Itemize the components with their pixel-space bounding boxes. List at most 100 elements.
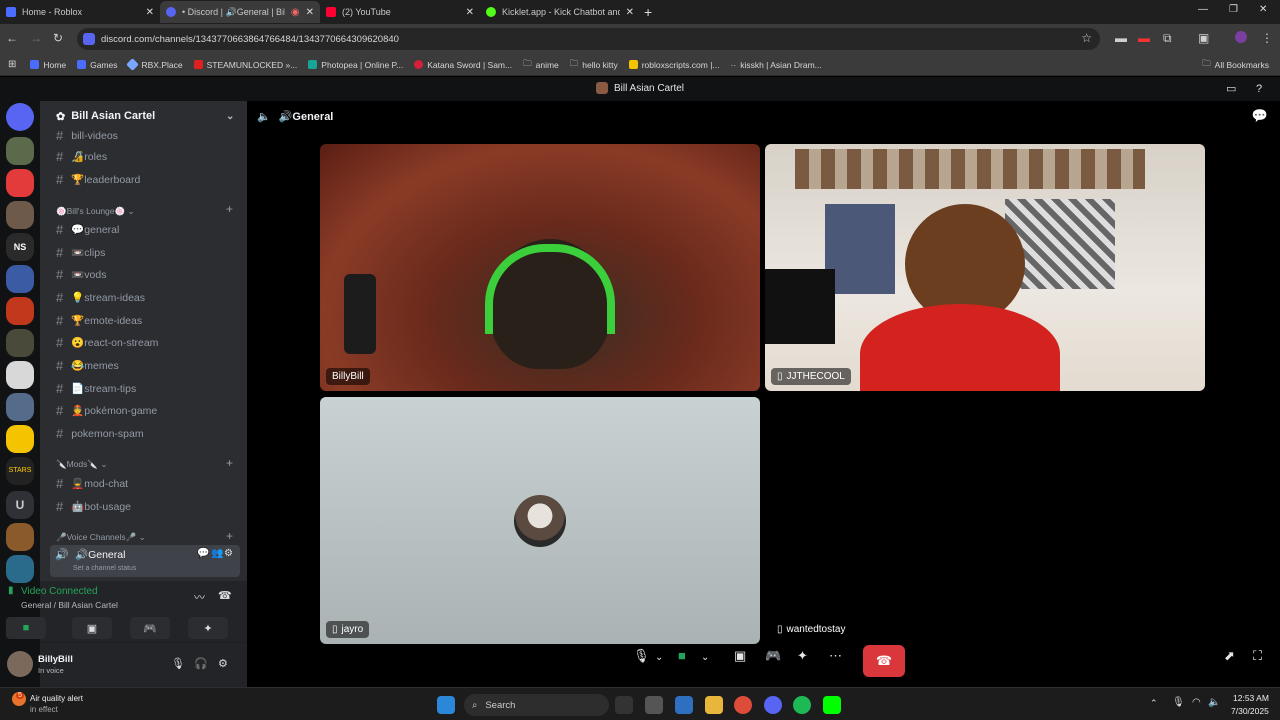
create-channel-icon[interactable]: + <box>226 529 233 543</box>
weather-title[interactable]: Air quality alert <box>30 694 83 703</box>
wifi-icon[interactable]: ◠ <box>1192 697 1201 708</box>
noise-suppression-icon[interactable]: 〰 <box>194 589 205 605</box>
screen-share-button[interactable]: ▣ <box>72 617 112 639</box>
close-tab-icon[interactable]: ✕ <box>466 7 474 18</box>
bookmark-star-icon[interactable]: ☆ <box>1081 31 1092 45</box>
store-icon[interactable] <box>675 696 693 714</box>
server-icon[interactable] <box>6 393 34 421</box>
channel-status-text[interactable]: Set a channel status <box>73 565 136 572</box>
server-icon[interactable] <box>6 523 34 551</box>
tab-kicklet[interactable]: Kicklet.app - Kick Chatbot and ✕ <box>480 1 640 23</box>
channel-stream-tips[interactable]: # 📄stream-tips <box>56 381 136 396</box>
discord-icon[interactable] <box>764 696 782 714</box>
gear-icon[interactable]: ⚙ <box>224 548 233 559</box>
chat-bubble-icon[interactable]: 💬 <box>197 548 209 559</box>
task-view-icon[interactable] <box>615 696 633 714</box>
forward-icon[interactable]: → <box>30 31 42 45</box>
server-icon-stars[interactable]: STARS <box>6 457 34 485</box>
tab-roblox[interactable]: Home - Roblox ✕ <box>0 1 160 23</box>
extensions-puzzle-icon[interactable]: ⧉ <box>1163 31 1172 46</box>
taskbar-search-box[interactable]: ⌕ Search <box>464 694 609 716</box>
reload-icon[interactable]: ↻ <box>53 31 63 45</box>
close-tab-icon[interactable]: ✕ <box>626 7 634 18</box>
disconnect-call-button[interactable]: ☎ <box>863 645 905 677</box>
participant-tile-jayro[interactable]: ▯ jayro <box>320 397 760 644</box>
server-icon-ns[interactable]: NS <box>6 233 34 261</box>
server-icon[interactable] <box>6 137 34 165</box>
connection-location[interactable]: General / Bill Asian Cartel <box>21 600 118 610</box>
connection-status-title[interactable]: Video Connected <box>21 586 98 597</box>
username[interactable]: BillyBill <box>38 654 73 665</box>
bookmark-rbxplace[interactable]: RBX.Place <box>126 58 183 71</box>
more-options-icon[interactable]: ⋯ <box>829 648 842 664</box>
create-channel-icon[interactable]: + <box>226 456 233 470</box>
menu-kebab-icon[interactable]: ⋮ <box>1261 31 1273 45</box>
url-field[interactable]: discord.com/channels/1343770663864766484… <box>77 28 1100 50</box>
apps-grid-icon[interactable]: ⊞ <box>8 59 16 70</box>
channel-vods[interactable]: # 📼vods <box>56 267 107 282</box>
video-tile-jjthecool[interactable]: ▯ JJTHECOOL <box>765 144 1205 391</box>
help-icon[interactable]: ? <box>1256 77 1262 101</box>
soundboard-icon[interactable]: ✦ <box>797 648 808 664</box>
kick-icon[interactable] <box>823 696 841 714</box>
bookmark-home[interactable]: Home <box>30 60 66 70</box>
close-window-icon[interactable]: ✕ <box>1259 4 1267 15</box>
microphone-icon[interactable]: 🎙 <box>171 657 185 670</box>
chevron-down-icon[interactable]: ⌄ <box>701 652 709 663</box>
microphone-icon[interactable]: 🎙 <box>1172 697 1185 708</box>
chevron-down-icon[interactable]: ⌄ <box>655 652 663 663</box>
app-icon[interactable] <box>645 696 663 714</box>
screen-share-icon[interactable]: ▣ <box>734 648 746 664</box>
extension-red-icon[interactable]: ▬ <box>1138 31 1150 45</box>
disconnect-icon[interactable]: ☎ <box>218 589 232 602</box>
channel-bot-usage[interactable]: # 🤖bot-usage <box>56 499 131 514</box>
server-icon[interactable] <box>6 201 34 229</box>
avatar[interactable] <box>7 651 33 677</box>
site-info-icon[interactable] <box>83 33 95 45</box>
category-voice-channels[interactable]: 🎤Voice Channels🎤 ⌄ <box>56 532 146 543</box>
clock-date[interactable]: 7/30/2025 <box>1231 706 1269 716</box>
video-camera-icon[interactable]: ■ <box>678 648 686 663</box>
voice-channel-general[interactable]: 🔊 🔊General Set a channel status 💬 👥 ⚙ <box>50 545 240 577</box>
channel-general[interactable]: # 💬general <box>56 222 119 237</box>
invite-user-icon[interactable]: 👥 <box>211 548 223 559</box>
extension-icon[interactable]: ▬ <box>1115 31 1127 45</box>
discord-home-icon[interactable] <box>6 103 34 131</box>
channel-clips[interactable]: # 📼clips <box>56 245 105 260</box>
server-icon-u[interactable]: U <box>6 491 34 519</box>
back-icon[interactable]: ← <box>6 31 18 45</box>
chevron-up-icon[interactable]: ⌃ <box>1150 698 1158 709</box>
channel-leaderboard[interactable]: # 🏆leaderboard <box>56 172 140 187</box>
signal-icon[interactable]: ▮ <box>8 585 14 596</box>
restore-icon[interactable]: ❐ <box>1229 4 1238 15</box>
microphone-icon[interactable]: 🎙 <box>633 648 650 664</box>
pop-out-icon[interactable]: ⬈ <box>1224 648 1235 664</box>
soundboard-button[interactable]: ✦ <box>188 617 228 639</box>
channel-emote-ideas[interactable]: # 🏆emote-ideas <box>56 313 142 328</box>
channel-pokemon-spam[interactable]: # pokemon-spam <box>56 426 144 441</box>
bookmark-folder-hello-kitty[interactable]: 🗀 hello kitty <box>570 58 618 72</box>
windows-start-icon[interactable] <box>437 696 455 714</box>
minimize-icon[interactable]: — <box>1198 4 1208 15</box>
bookmark-games[interactable]: Games <box>77 60 117 70</box>
bookmark-katana[interactable]: Katana Sword | Sam... <box>414 60 512 70</box>
server-icon[interactable] <box>6 361 34 389</box>
chrome-icon[interactable] <box>734 696 752 714</box>
inbox-icon[interactable]: ▭ <box>1226 77 1236 101</box>
profile-avatar[interactable] <box>1235 31 1247 43</box>
spotify-icon[interactable] <box>793 696 811 714</box>
create-channel-icon[interactable]: + <box>226 202 233 216</box>
side-panel-icon[interactable]: ▣ <box>1198 31 1209 45</box>
channel-bill-videos[interactable]: # bill-videos <box>56 128 118 143</box>
bookmark-robloxscripts[interactable]: robloxscripts.com |... <box>628 60 720 70</box>
file-explorer-icon[interactable] <box>705 696 723 714</box>
server-icon[interactable] <box>6 555 34 583</box>
server-icon[interactable] <box>6 329 34 357</box>
server-icon[interactable] <box>6 265 34 293</box>
bookmark-steamunlocked[interactable]: STEAMUNLOCKED »... <box>193 60 297 70</box>
participant-tile-wantedtostay[interactable]: ▯ wantedtostay <box>765 397 1205 644</box>
channel-stream-ideas[interactable]: # 💡stream-ideas <box>56 290 145 305</box>
video-toggle-button[interactable]: ■ <box>6 617 46 639</box>
category-mods[interactable]: 🔪Mods🔪 ⌄ <box>56 459 107 470</box>
activities-button[interactable]: 🎮 <box>130 617 170 639</box>
